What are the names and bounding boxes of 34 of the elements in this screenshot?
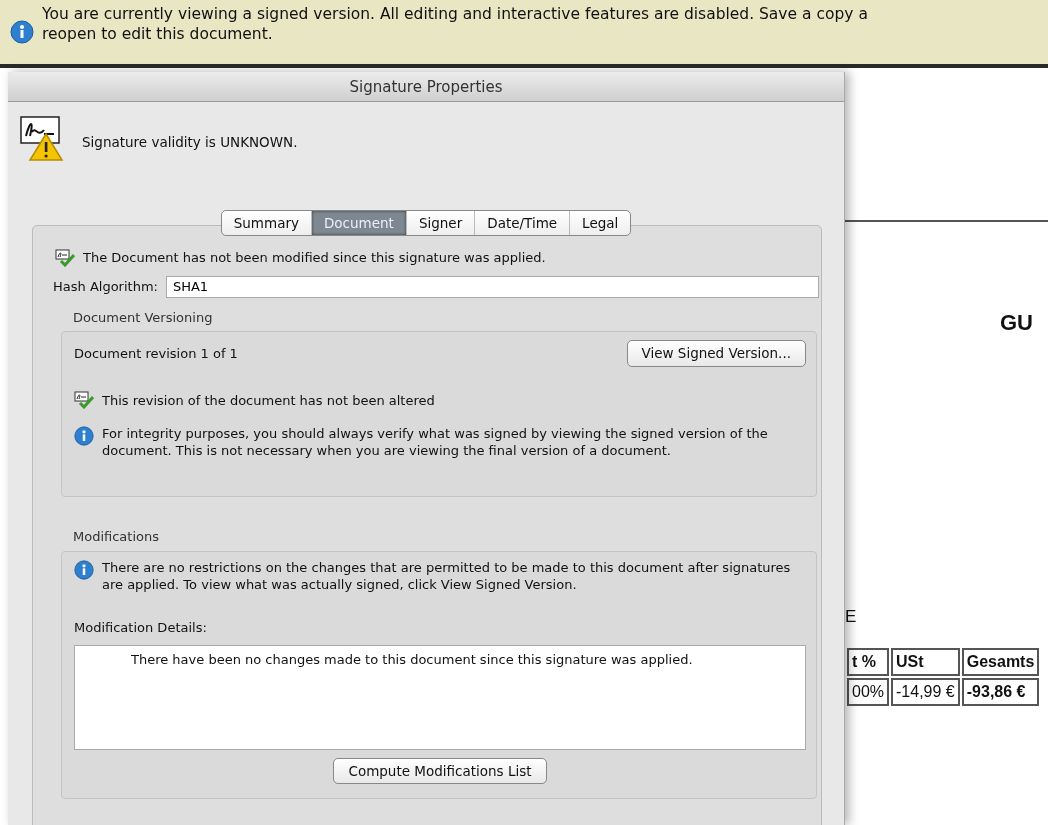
table-cell: 00% — [847, 678, 890, 706]
details-text-area[interactable]: There have been no changes made to this document since this signature was applied. — [74, 645, 806, 751]
window-title: Signature Properties — [8, 72, 844, 102]
tab[interactable]: Legal — [570, 211, 631, 236]
info-icon — [10, 20, 34, 44]
column-header: USt — [891, 648, 960, 676]
details-label: Modification Details: — [74, 618, 208, 637]
signature-warning-icon — [20, 116, 66, 162]
integrity-note: For integrity purposes, you should always verify what was signed by viewing the signed version of the document. This is not necessary when you are viewing the final version of a document. — [102, 426, 769, 460]
tab[interactable]: Signer — [406, 211, 476, 236]
signature-check-icon — [55, 249, 75, 267]
document-heading: GU — [1000, 309, 1033, 337]
info-icon — [74, 426, 94, 446]
info-icon — [74, 559, 94, 580]
view-signed-version-button[interactable]: View Signed Version... — [626, 340, 806, 367]
document-text: E — [845, 606, 857, 628]
validity-status: Signature validity is UNKNOWN. — [82, 133, 298, 152]
revision-text: Document revision 1 of 1 — [74, 344, 238, 363]
column-header: Gesamts — [961, 648, 1040, 676]
hash-algorithm-label: Hash Algorithm: — [53, 278, 158, 296]
banner-message: You are currently viewing a signed version. All editing and interactive features are disabled. Save a copy a reopen to edit this document. — [42, 4, 868, 45]
hash-algorithm-field[interactable]: SHA1 — [165, 275, 819, 298]
details-text: There have been no changes made to this document since this signature was applied. — [131, 652, 693, 668]
compute-modifications-button[interactable]: Compute Modifications List — [333, 758, 547, 785]
section-title: Modifications — [72, 528, 160, 547]
revision-status: This revision of the document has not been altered — [102, 391, 435, 410]
column-header: t % — [847, 648, 890, 676]
section-title: Document Versioning — [72, 308, 214, 327]
integrity-message: The Document has not been modified since this signature was applied. — [83, 249, 546, 268]
signature-check-icon — [74, 391, 94, 410]
tab[interactable]: Date/Time — [475, 211, 571, 236]
restrictions-note: There are no restrictions on the changes that are permitted to be made to this document after signatures are applied. To view what was actually signed, click View Signed Version. — [102, 559, 792, 594]
table-cell: -93,86 € — [961, 678, 1040, 706]
table-cell: -14,99 € — [891, 678, 960, 706]
